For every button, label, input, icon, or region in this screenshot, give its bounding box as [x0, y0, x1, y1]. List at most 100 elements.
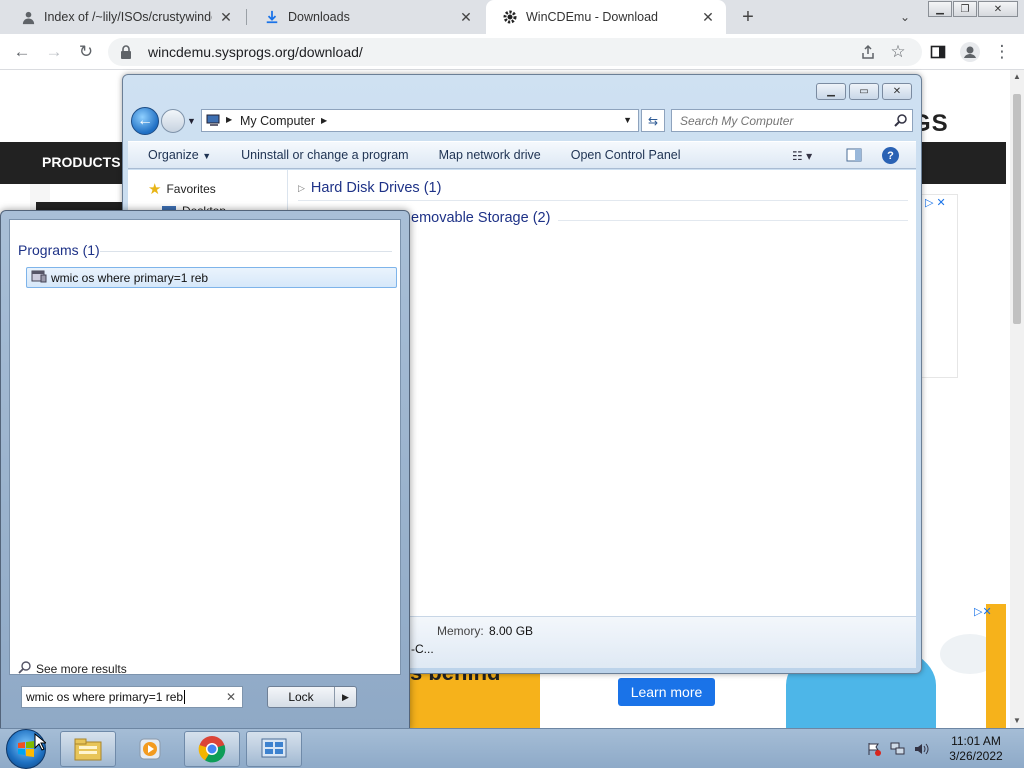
back-button[interactable]: ←	[10, 40, 34, 64]
browser-tab-bar: Index of /~lily/ISOs/crustywindov ✕ Down…	[0, 0, 1024, 34]
address-bar[interactable]: wincdemu.sysprogs.org/download/	[108, 38, 922, 66]
adchoices-icon[interactable]: ▷ ✕	[925, 196, 946, 209]
taskbar-media-player[interactable]	[122, 731, 178, 767]
ad-learn-more-button[interactable]: Learn more	[618, 678, 715, 706]
mouse-cursor-icon	[34, 732, 48, 754]
action-center-flag-icon[interactable]	[866, 741, 882, 757]
view-options-icon[interactable]: ☷ ▾	[792, 149, 812, 163]
tab-search-button[interactable]: ⌄	[895, 7, 915, 27]
volume-icon[interactable]	[914, 741, 930, 757]
clear-search-icon[interactable]: ✕	[226, 690, 236, 704]
help-icon[interactable]: ?	[882, 147, 899, 164]
star-icon: ★	[148, 181, 162, 198]
breadcrumb-arrow-icon[interactable]: ▶	[321, 116, 327, 125]
ad-side-stripe	[986, 604, 1006, 730]
search-icon[interactable]	[894, 113, 908, 130]
download-icon	[264, 9, 280, 25]
tab-divider	[246, 9, 247, 25]
clock-date: 3/26/2022	[949, 749, 1003, 763]
minimize-button[interactable]: ▁	[928, 1, 952, 17]
scrollbar-thumb[interactable]	[1013, 94, 1021, 324]
nav-products-link[interactable]: PRODUCTS	[42, 154, 121, 170]
taskbar-control-panel[interactable]	[246, 731, 302, 767]
taskbar-chrome[interactable]	[184, 731, 240, 767]
clock-time: 11:01 AM	[951, 734, 1001, 748]
memory-label: Memory:	[437, 624, 484, 638]
group-divider	[298, 200, 908, 201]
tab-title: Downloads	[288, 10, 350, 24]
close-icon[interactable]: ✕	[218, 9, 234, 25]
shutdown-options-arrow[interactable]: ▶	[334, 687, 356, 707]
chrome-icon	[198, 736, 226, 763]
breadcrumb-arrow-icon[interactable]: ▶	[226, 115, 232, 124]
tab-downloads[interactable]: Downloads ✕	[248, 0, 484, 34]
maximize-button[interactable]: ❐	[953, 1, 977, 17]
explorer-back-button[interactable]: ←	[131, 107, 159, 135]
group-divider	[558, 220, 908, 221]
nav-item-favorites[interactable]: ★ Favorites	[148, 180, 216, 198]
explorer-icon	[74, 738, 102, 761]
group-hard-disk-drives[interactable]: ▷ Hard Disk Drives (1)	[298, 180, 441, 196]
taskbar: 11:01 AM 3/26/2022	[0, 728, 1024, 769]
browser-toolbar: ← → ↻ wincdemu.sysprogs.org/download/ ☆ …	[0, 34, 1024, 70]
search-result-item[interactable]: wmic os where primary=1 reb	[26, 267, 397, 288]
scroll-up-arrow[interactable]: ▲	[1013, 72, 1021, 81]
see-more-label: See more results	[36, 661, 127, 676]
explorer-maximize-button[interactable]: ▭	[849, 83, 879, 100]
media-player-icon	[139, 738, 161, 760]
expand-arrow-icon[interactable]: ▷	[298, 183, 305, 194]
gear-icon	[502, 9, 518, 25]
start-menu-results-panel: Programs (1) wmic os where primary=1 reb…	[9, 219, 401, 677]
reload-button[interactable]: ↻	[74, 40, 98, 64]
uninstall-program-button[interactable]: Uninstall or change a program	[241, 148, 408, 162]
network-icon[interactable]	[890, 741, 906, 757]
explorer-minimize-button[interactable]: ▁	[816, 83, 846, 100]
share-icon[interactable]	[856, 40, 880, 64]
start-search-input[interactable]: wmic os where primary=1 reb	[26, 690, 183, 704]
map-network-drive-button[interactable]: Map network drive	[439, 148, 541, 162]
new-tab-button[interactable]: +	[736, 5, 760, 29]
taskbar-explorer[interactable]	[60, 731, 116, 767]
nav-label: Favorites	[166, 182, 216, 196]
organize-menu[interactable]: Organize ▼	[148, 148, 211, 162]
search-result-label: wmic os where primary=1 reb	[51, 270, 209, 285]
open-control-panel-button[interactable]: Open Control Panel	[571, 148, 681, 162]
bookmark-star-icon[interactable]: ☆	[886, 40, 910, 64]
explorer-search-input[interactable]	[680, 113, 890, 128]
tab-wincdemu-download[interactable]: WinCDEmu - Download ✕	[486, 0, 726, 34]
text-caret	[184, 690, 186, 704]
close-window-button[interactable]: ✕	[978, 1, 1018, 17]
forward-button[interactable]: →	[42, 40, 66, 64]
side-panel-icon[interactable]	[926, 40, 950, 64]
start-search-box[interactable]: wmic os where primary=1 reb ✕	[21, 686, 243, 708]
lock-button-label: Lock	[288, 690, 314, 704]
see-more-results-link[interactable]: See more results	[18, 660, 127, 677]
adchoices-icon[interactable]: ▷✕	[974, 605, 992, 618]
explorer-address-bar[interactable]: ▶ My Computer ▶ ▼	[201, 109, 639, 132]
control-panel-icon	[261, 738, 287, 758]
refresh-icon[interactable]: ⇆	[641, 109, 665, 132]
breadcrumb-my-computer[interactable]: My Computer	[240, 114, 315, 128]
section-divider	[100, 251, 392, 252]
preview-pane-icon[interactable]	[846, 148, 862, 165]
group-removable-storage[interactable]: emovable Storage (2)	[411, 210, 550, 226]
close-icon[interactable]: ✕	[700, 9, 716, 25]
profile-avatar[interactable]	[958, 40, 982, 64]
recent-pages-dropdown[interactable]: ▼	[187, 116, 196, 126]
explorer-forward-button[interactable]	[161, 109, 185, 133]
lock-button[interactable]: Lock ▶	[267, 686, 357, 708]
explorer-search-box[interactable]	[671, 109, 913, 132]
group-label: emovable Storage (2)	[411, 210, 551, 226]
close-icon[interactable]: ✕	[458, 9, 474, 25]
ad-banner-top[interactable]: ▷ ✕	[920, 194, 958, 378]
search-icon	[18, 660, 32, 677]
system-clock[interactable]: 11:01 AM 3/26/2022	[936, 734, 1016, 764]
explorer-close-button[interactable]: ✕	[882, 83, 912, 100]
tab-index-of-isos[interactable]: Index of /~lily/ISOs/crustywindov ✕	[4, 0, 244, 34]
tab-title: Index of /~lily/ISOs/crustywindov	[44, 10, 212, 24]
page-scrollbar[interactable]: ▲ ▼	[1010, 70, 1024, 730]
start-menu: Programs (1) wmic os where primary=1 reb…	[0, 210, 410, 730]
scroll-down-arrow[interactable]: ▼	[1013, 716, 1021, 725]
chrome-menu-icon[interactable]: ⋮	[990, 40, 1014, 64]
address-dropdown-icon[interactable]: ▼	[623, 115, 632, 125]
